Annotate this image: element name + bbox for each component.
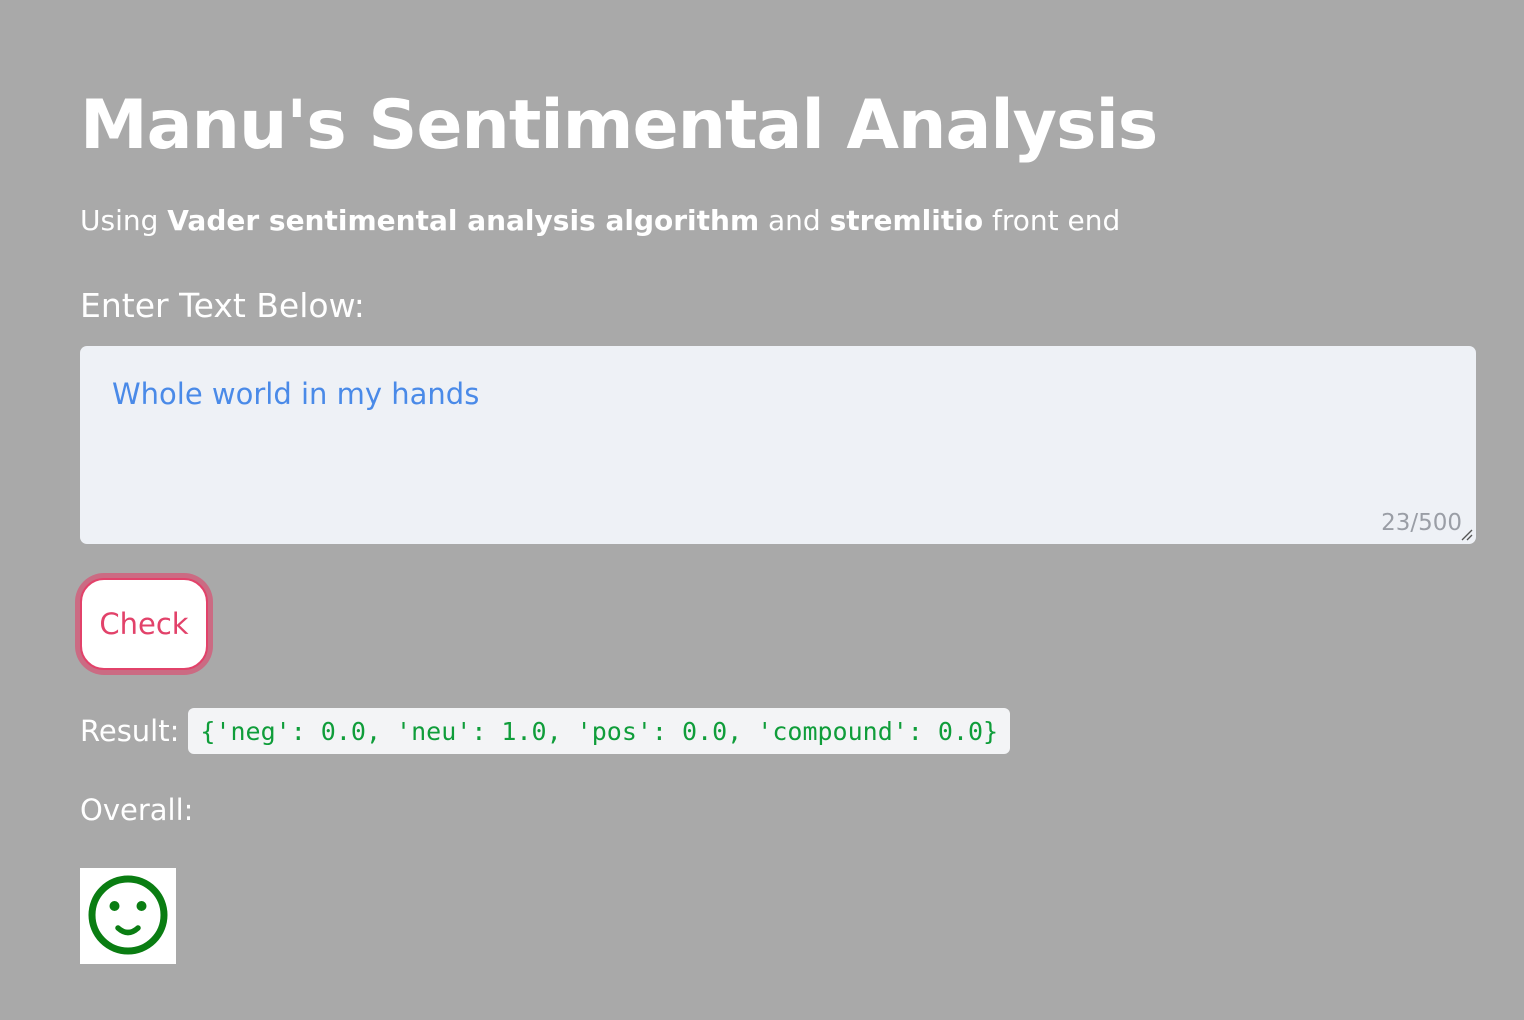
check-button[interactable]: Check	[80, 578, 208, 670]
text-input-label: Enter Text Below:	[80, 286, 365, 325]
overall-sentiment-image	[80, 868, 176, 964]
text-input-area[interactable]: Whole world in my hands 23/500	[80, 346, 1476, 544]
result-label: Result:	[80, 714, 180, 748]
resize-handle-icon[interactable]	[1459, 527, 1473, 541]
subtitle-middle: and	[759, 204, 830, 237]
subtitle-prefix: Using	[80, 204, 168, 237]
result-row: Result: {'neg': 0.0, 'neu': 1.0, 'pos': …	[80, 708, 1011, 754]
page-title: Manu's Sentimental Analysis	[80, 86, 1158, 165]
smiley-face-icon	[88, 875, 168, 955]
result-value: {'neg': 0.0, 'neu': 1.0, 'pos': 0.0, 'co…	[188, 708, 1011, 754]
text-input-value[interactable]: Whole world in my hands	[112, 374, 479, 414]
subtitle-frontend: stremlitio	[829, 204, 984, 237]
subtitle-algorithm: Vader sentimental analysis algorithm	[167, 204, 760, 237]
subtitle-suffix: front end	[983, 204, 1121, 237]
app-page: Manu's Sentimental Analysis Using Vader …	[0, 0, 1524, 1020]
char-count: 23/500	[1381, 510, 1462, 536]
page-subtitle: Using Vader sentimental analysis algorit…	[80, 202, 1120, 240]
overall-label: Overall:	[80, 793, 194, 827]
